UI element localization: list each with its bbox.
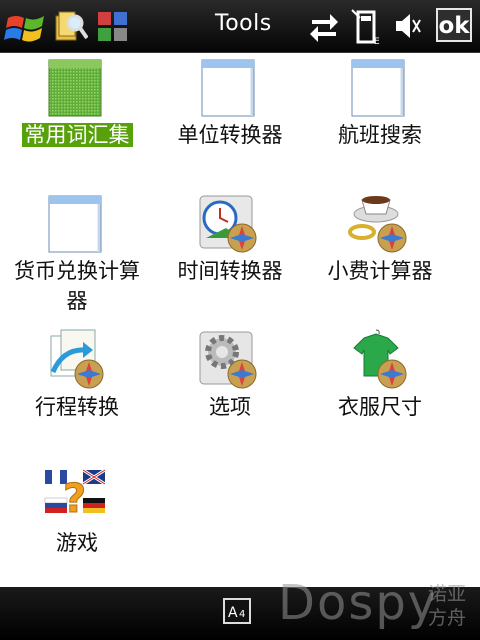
app-label: 货币兑换计算器 (14, 259, 140, 313)
time-converter-icon (199, 195, 257, 253)
app-clothes-size[interactable]: 衣服尺寸 (305, 324, 455, 459)
options-gear-icon (199, 331, 257, 389)
blank-window-icon (351, 59, 405, 117)
app-tip-calculator[interactable]: 小费计算器 (305, 188, 455, 323)
app-grid-icon[interactable] (96, 6, 130, 46)
app-itinerary[interactable]: 行程转换 (2, 324, 152, 459)
app-label: 单位转换器 (177, 123, 283, 147)
window-title: Tools (215, 11, 272, 36)
app-grid: 常用词汇集 单位转换器 航班搜索 货币兑换计算器 时间转换器 小费计算器 行程转… (0, 52, 480, 587)
app-label: 常用词汇集 (2, 120, 152, 150)
clothes-size-icon (353, 329, 407, 389)
app-label: 小费计算器 (327, 259, 433, 283)
windows-start-icon[interactable] (4, 6, 48, 46)
app-label: 航班搜索 (338, 123, 422, 147)
svg-text:4: 4 (239, 609, 245, 620)
tip-calculator-icon (348, 196, 407, 253)
signal-icon[interactable]: E (350, 6, 382, 46)
app-time-converter[interactable]: 时间转换器 (155, 188, 305, 323)
title-bar: Tools E ok (0, 0, 480, 53)
app-label: 衣服尺寸 (338, 395, 422, 419)
app-currency-converter[interactable]: 货币兑换计算器 (2, 188, 152, 323)
app-flight-search[interactable]: 航班搜索 (305, 52, 455, 187)
sync-arrows-icon[interactable] (308, 6, 340, 46)
app-label: 游戏 (56, 531, 98, 555)
svg-text:A: A (228, 605, 238, 621)
watermark-brand: Dospy (278, 575, 439, 631)
watermark-sub: 诺亚 方舟 (428, 583, 467, 629)
keyboard-sip-icon[interactable]: A 4 (223, 598, 251, 624)
blank-window-icon (48, 195, 102, 253)
app-label: 行程转换 (35, 395, 119, 419)
svg-text:E: E (374, 37, 380, 46)
itinerary-icon (50, 329, 104, 389)
app-unit-converter[interactable]: 单位转换器 (155, 52, 305, 187)
games-icon: ? (44, 468, 106, 523)
app-games[interactable]: ? 游戏 (2, 460, 152, 595)
ok-button[interactable]: ok (436, 8, 472, 42)
app-label: 时间转换器 (177, 259, 283, 283)
app-options[interactable]: 选项 (155, 324, 305, 459)
green-window-icon (48, 59, 102, 117)
file-explorer-icon[interactable] (54, 6, 88, 46)
blank-window-icon (201, 59, 255, 117)
app-common-phrases[interactable]: 常用词汇集 (2, 52, 152, 187)
svg-text:?: ? (63, 476, 86, 522)
app-label: 选项 (209, 395, 251, 419)
volume-mute-icon[interactable] (392, 6, 422, 46)
